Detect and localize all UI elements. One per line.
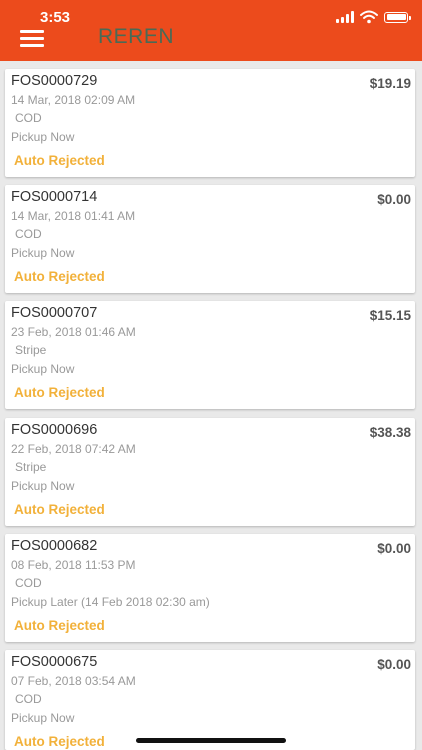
order-date: 22 Feb, 2018 07:42 AM	[11, 442, 136, 456]
pickup-type: Pickup Now	[11, 479, 75, 493]
order-amount: $38.38	[369, 425, 411, 440]
signal-icon	[336, 11, 354, 23]
order-id: FOS0000682	[11, 538, 98, 554]
order-date: 08 Feb, 2018 11:53 PM	[11, 558, 136, 572]
app-title: REREN	[98, 25, 175, 48]
payment-method: COD	[15, 111, 42, 125]
home-indicator[interactable]	[136, 738, 286, 743]
order-id: FOS0000707	[11, 305, 98, 321]
order-status: Auto Rejected	[14, 502, 105, 517]
order-date: 07 Feb, 2018 03:54 AM	[11, 674, 136, 688]
order-amount: $0.00	[377, 541, 411, 556]
hamburger-menu-button[interactable]	[20, 30, 45, 48]
payment-method: Stripe	[15, 460, 47, 474]
payment-method: COD	[15, 227, 42, 241]
order-card[interactable]: FOS0000696 $38.38 22 Feb, 2018 07:42 AM …	[5, 418, 415, 526]
order-status: Auto Rejected	[14, 734, 105, 749]
order-date: 14 Mar, 2018 01:41 AM	[11, 209, 136, 223]
order-status: Auto Rejected	[14, 385, 105, 400]
order-date: 23 Feb, 2018 01:46 AM	[11, 325, 136, 339]
pickup-type: Pickup Now	[11, 246, 75, 260]
wifi-icon	[360, 10, 378, 24]
order-card[interactable]: FOS0000682 $0.00 08 Feb, 2018 11:53 PM C…	[5, 534, 415, 642]
order-card[interactable]: FOS0000729 $19.19 14 Mar, 2018 02:09 AM …	[5, 69, 415, 177]
pickup-type: Pickup Now	[11, 130, 75, 144]
pickup-type: Pickup Now	[11, 711, 75, 725]
order-amount: $0.00	[377, 192, 411, 207]
status-bar-icons	[336, 10, 411, 24]
order-id: FOS0000729	[11, 73, 98, 89]
order-status: Auto Rejected	[14, 269, 105, 284]
order-card[interactable]: FOS0000675 $0.00 07 Feb, 2018 03:54 AM C…	[5, 650, 415, 750]
order-id: FOS0000675	[11, 654, 98, 670]
order-date: 14 Mar, 2018 02:09 AM	[11, 93, 136, 107]
order-card[interactable]: FOS0000714 $0.00 14 Mar, 2018 01:41 AM C…	[5, 185, 415, 293]
payment-method: Stripe	[15, 343, 47, 357]
app-header: 3:53 REREN	[0, 0, 422, 61]
order-id: FOS0000714	[11, 189, 98, 205]
pickup-type: Pickup Later (14 Feb 2018 02:30 am)	[11, 595, 210, 609]
pickup-type: Pickup Now	[11, 362, 75, 376]
payment-method: COD	[15, 576, 42, 590]
order-amount: $19.19	[369, 76, 411, 91]
order-id: FOS0000696	[11, 422, 98, 438]
order-status: Auto Rejected	[14, 153, 105, 168]
order-card[interactable]: FOS0000707 $15.15 23 Feb, 2018 01:46 AM …	[5, 301, 415, 409]
order-status: Auto Rejected	[14, 618, 105, 633]
status-bar-time: 3:53	[40, 9, 71, 26]
payment-method: COD	[15, 692, 42, 706]
order-amount: $15.15	[369, 308, 411, 323]
battery-icon	[384, 11, 411, 23]
order-amount: $0.00	[377, 657, 411, 672]
